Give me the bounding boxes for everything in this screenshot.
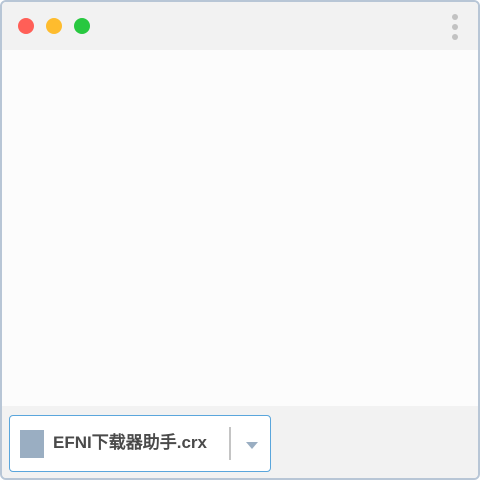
- download-item[interactable]: EFNI下载器助手.crx: [9, 415, 271, 472]
- minimize-button[interactable]: [46, 18, 62, 34]
- download-filename: EFNI下载器助手.crx: [53, 433, 207, 452]
- menu-dot: [452, 24, 458, 30]
- menu-dot: [452, 34, 458, 40]
- page-content: [2, 50, 478, 406]
- close-button[interactable]: [18, 18, 34, 34]
- title-bar: [2, 2, 478, 50]
- browser-window: EFNI下载器助手.crx: [0, 0, 480, 480]
- download-shelf: EFNI下载器助手.crx: [2, 406, 478, 478]
- file-icon: [20, 430, 44, 458]
- maximize-button[interactable]: [74, 18, 90, 34]
- chevron-down-icon[interactable]: [245, 441, 259, 450]
- divider: [229, 427, 231, 460]
- menu-dot: [452, 14, 458, 20]
- kebab-menu-icon[interactable]: [450, 13, 460, 41]
